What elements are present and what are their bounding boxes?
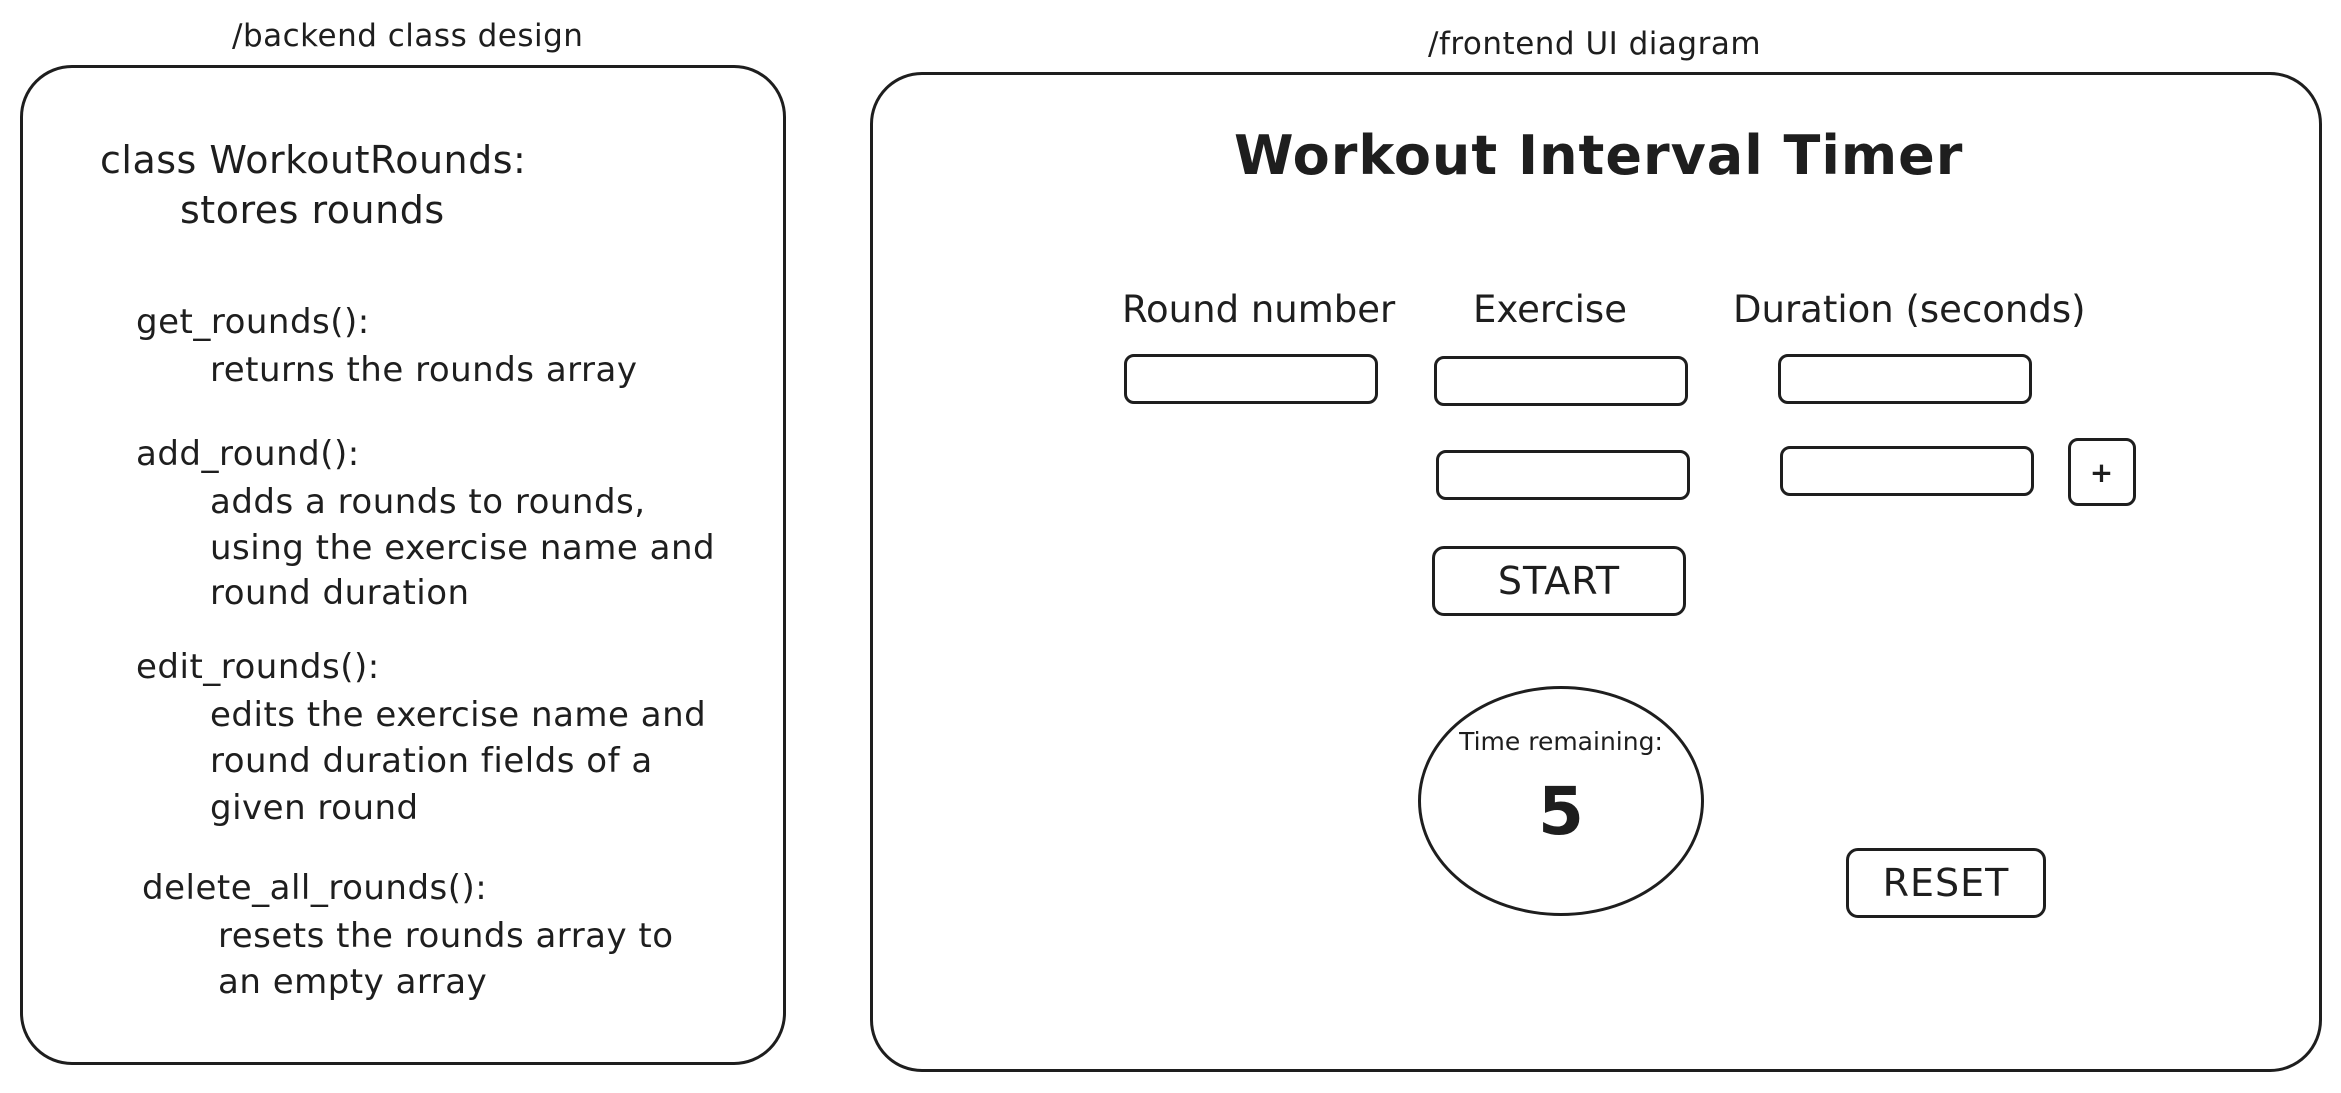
method-get-rounds-desc: returns the rounds array: [210, 350, 638, 390]
method-delete-all-rounds-desc-2: an empty array: [218, 962, 488, 1002]
exercise-input-2[interactable]: [1436, 450, 1690, 500]
backend-caption: /backend class design: [232, 18, 584, 54]
duration-input-2[interactable]: [1780, 446, 2034, 496]
page-title: Workout Interval Timer: [1234, 124, 1964, 187]
method-edit-rounds: edit_rounds():: [136, 647, 380, 687]
method-add-round: add_round():: [136, 434, 360, 474]
exercise-input-1[interactable]: [1434, 356, 1688, 406]
method-add-round-desc-3: round duration: [210, 573, 470, 613]
method-edit-rounds-desc-2: round duration fields of a: [210, 741, 653, 781]
frontend-caption: /frontend UI diagram: [1428, 26, 1762, 62]
round-number-input[interactable]: [1124, 354, 1378, 404]
column-header-exercise: Exercise: [1473, 288, 1627, 331]
reset-button[interactable]: RESET: [1846, 848, 2046, 918]
start-button[interactable]: START: [1432, 546, 1686, 616]
class-declaration: class WorkoutRounds:: [100, 138, 527, 182]
column-header-round-number: Round number: [1122, 288, 1396, 331]
method-delete-all-rounds-desc-1: resets the rounds array to: [218, 916, 674, 956]
timer-value: 5: [1538, 773, 1584, 850]
method-add-round-desc-2: using the exercise name and: [210, 528, 716, 568]
duration-input-1[interactable]: [1778, 354, 2032, 404]
class-description: stores rounds: [180, 188, 445, 232]
add-round-button[interactable]: +: [2068, 438, 2136, 506]
method-edit-rounds-desc-1: edits the exercise name and: [210, 695, 707, 735]
method-edit-rounds-desc-3: given round: [210, 788, 419, 828]
method-get-rounds: get_rounds():: [136, 302, 370, 342]
method-add-round-desc-1: adds a rounds to rounds,: [210, 482, 646, 522]
timer-display: Time remaining: 5: [1418, 686, 1704, 916]
method-delete-all-rounds: delete_all_rounds():: [142, 868, 488, 908]
column-header-duration: Duration (seconds): [1733, 288, 2086, 331]
timer-label: Time remaining:: [1459, 727, 1663, 756]
